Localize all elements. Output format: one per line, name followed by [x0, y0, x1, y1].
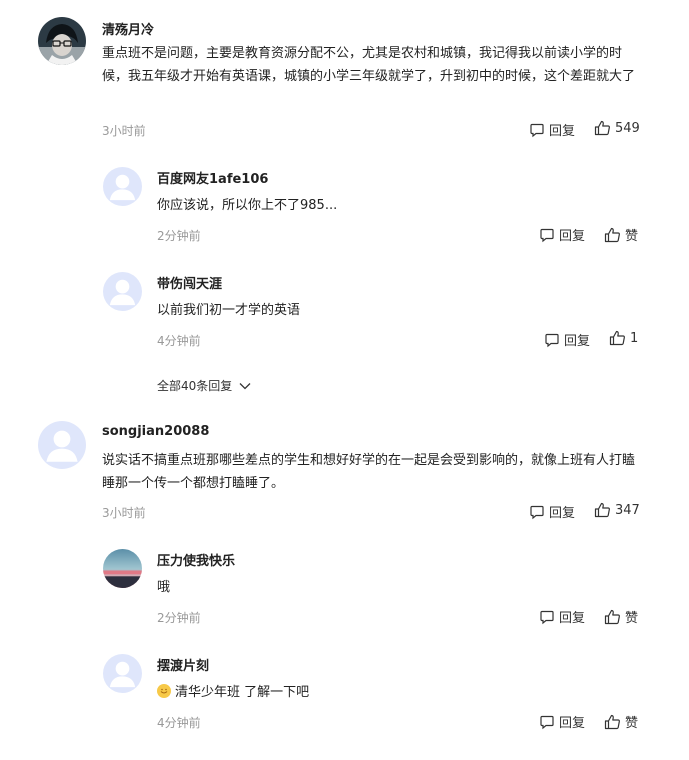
thumbs-up-icon — [604, 227, 620, 242]
user-avatar[interactable] — [38, 421, 86, 469]
like-button[interactable]: 1 — [609, 330, 638, 346]
reply-username[interactable]: 百度网友1afe106 — [157, 168, 268, 187]
default-avatar-icon — [109, 174, 136, 201]
like-count: 1 — [630, 330, 639, 346]
comment-text: 重点班不是问题，主要是教育资源分配不公，尤其是农村和城镇，我记得我以前读小学的时… — [102, 46, 636, 84]
reply-icon — [540, 228, 554, 242]
user-avatar[interactable] — [38, 17, 86, 65]
like-label: 赞 — [625, 611, 639, 626]
like-button[interactable]: 549 — [594, 120, 640, 136]
reply-time: 4分钟前 — [157, 334, 201, 348]
smile-emoji-icon — [157, 684, 171, 698]
reply-label: 回复 — [559, 716, 586, 731]
comment-username[interactable]: songjian20088 — [102, 424, 209, 439]
reply-text: 你应该说，所以你上不了985... — [157, 198, 338, 213]
reply-time: 2分钟前 — [157, 611, 201, 625]
reply-username[interactable]: 压力使我快乐 — [157, 550, 235, 569]
default-avatar-icon — [109, 279, 136, 306]
reply-username[interactable]: 带伤闯天涯 — [157, 273, 222, 292]
thumbs-up-icon — [604, 609, 620, 624]
comment-time: 3小时前 — [102, 124, 146, 138]
user-avatar[interactable] — [103, 549, 142, 588]
reply-text-row: 清华少年班 了解一下吧 — [157, 681, 309, 704]
reply-button[interactable]: 回复 — [539, 712, 585, 731]
user-avatar[interactable] — [103, 167, 142, 206]
reply-button[interactable]: 回复 — [529, 502, 575, 521]
default-avatar-icon — [46, 430, 78, 462]
sunset-avatar-icon — [103, 549, 142, 588]
reply-label: 回复 — [549, 506, 576, 521]
reply-label: 回复 — [559, 229, 586, 244]
thumbs-up-icon — [609, 330, 625, 346]
reply-icon — [545, 333, 559, 347]
default-avatar-icon — [109, 661, 136, 688]
view-all-replies-button[interactable]: 全部40条回复 — [157, 377, 252, 394]
like-count: 347 — [615, 502, 640, 518]
chevron-down-icon — [239, 382, 251, 389]
reply-text: 以前我们初一才学的英语 — [157, 303, 301, 318]
comment-username[interactable]: 清殇月冷 — [102, 19, 154, 38]
like-count: 549 — [615, 120, 640, 136]
comment-time: 3小时前 — [102, 506, 146, 520]
like-button[interactable]: 赞 — [604, 607, 638, 626]
reply-button[interactable]: 回复 — [529, 120, 575, 139]
reply-text: 清华少年班 了解一下吧 — [175, 685, 310, 700]
reply-time: 4分钟前 — [157, 716, 201, 730]
reply-button[interactable]: 回复 — [544, 330, 590, 349]
user-avatar[interactable] — [103, 654, 142, 693]
like-label: 赞 — [625, 716, 639, 731]
view-all-replies-label: 全部40条回复 — [157, 379, 233, 393]
like-button[interactable]: 赞 — [604, 712, 638, 731]
thumbs-up-icon — [604, 714, 620, 729]
reply-icon — [530, 505, 544, 519]
dark-character-avatar-icon — [38, 17, 86, 65]
reply-label: 回复 — [549, 124, 576, 139]
reply-time: 2分钟前 — [157, 229, 201, 243]
like-label: 赞 — [625, 229, 639, 244]
reply-button[interactable]: 回复 — [539, 225, 585, 244]
reply-icon — [540, 715, 554, 729]
user-avatar[interactable] — [103, 272, 142, 311]
reply-icon — [540, 610, 554, 624]
reply-username[interactable]: 摆渡片刻 — [157, 655, 209, 674]
thumbs-up-icon — [594, 502, 610, 518]
like-button[interactable]: 赞 — [604, 225, 638, 244]
thumbs-up-icon — [594, 120, 610, 136]
reply-text: 哦 — [157, 580, 171, 595]
reply-label: 回复 — [564, 334, 591, 349]
reply-label: 回复 — [559, 611, 586, 626]
like-button[interactable]: 347 — [594, 502, 640, 518]
comment-text: 说实话不搞重点班那哪些差点的学生和想好好学的在一起是会受到影响的，就像上班有人打… — [102, 453, 636, 491]
reply-icon — [530, 123, 544, 137]
reply-button[interactable]: 回复 — [539, 607, 585, 626]
